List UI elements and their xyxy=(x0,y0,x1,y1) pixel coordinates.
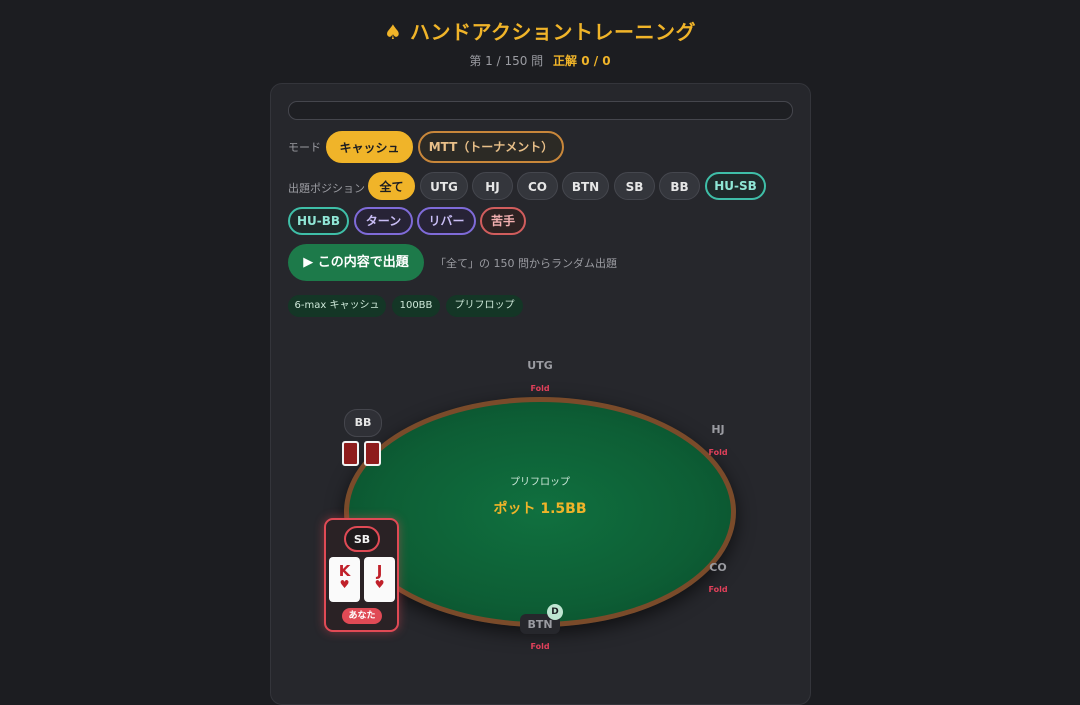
position-co-button[interactable]: CO xyxy=(517,172,558,200)
seat-co-label: CO xyxy=(709,561,727,574)
progress-bar xyxy=(288,101,793,120)
seat-sb-label: SB xyxy=(344,526,380,552)
card-rank: J xyxy=(376,562,383,580)
bb-card-back-icon xyxy=(364,441,381,466)
score: 正解 0 / 0 xyxy=(553,54,611,68)
position-utg-button[interactable]: UTG xyxy=(420,172,468,200)
position-hu-bb-button[interactable]: HU-BB xyxy=(288,207,349,235)
turn-button[interactable]: ターン xyxy=(354,207,413,235)
hero-badge: あなた xyxy=(342,608,382,624)
river-button[interactable]: リバー xyxy=(417,207,476,235)
mode-cash-button[interactable]: キャッシュ xyxy=(326,131,413,163)
seat-co-action: Fold xyxy=(708,585,728,594)
tag-street: プリフロップ xyxy=(446,295,523,317)
mode-mtt-button[interactable]: MTT（トーナメント） xyxy=(418,131,564,163)
tag-game-type: 6-max キャッシュ xyxy=(288,295,386,317)
seat-utg-action: Fold xyxy=(530,384,550,393)
weak-spots-button[interactable]: 苦手 xyxy=(480,207,526,235)
card-rank: K xyxy=(338,562,351,580)
page-title: ♠ ハンドアクショントレーニング xyxy=(384,20,696,44)
position-bb-button[interactable]: BB xyxy=(659,172,700,200)
seat-hj-action: Fold xyxy=(708,448,728,457)
seat-utg-label: UTG xyxy=(527,359,553,372)
seat-btn-action: Fold xyxy=(530,642,550,651)
heart-suit-icon: ♥ xyxy=(374,578,385,591)
position-hj-button[interactable]: HJ xyxy=(472,172,513,200)
position-label: 出題ポジション xyxy=(288,182,365,195)
position-hu-sb-button[interactable]: HU-SB xyxy=(705,172,766,200)
pot-label: ポット 1.5BB xyxy=(493,501,587,517)
seat-hj-label: HJ xyxy=(711,423,725,436)
tag-stack: 100BB xyxy=(392,295,440,317)
position-sb-button[interactable]: SB xyxy=(614,172,655,200)
question-number: 第 1 / 150 問 xyxy=(469,54,544,68)
position-btn-button[interactable]: BTN xyxy=(562,172,609,200)
hero-card-2: J ♥ xyxy=(364,557,395,602)
start-note: 「全て」の 150 問からランダム出題 xyxy=(435,257,617,270)
bb-card-back-icon xyxy=(342,441,359,466)
hero-card-1: K ♥ xyxy=(329,557,360,602)
dealer-button-icon: D xyxy=(547,604,563,620)
heart-suit-icon: ♥ xyxy=(339,578,350,591)
mode-label: モード xyxy=(288,141,321,154)
question-counter: 第 1 / 150 問 正解 0 / 0 xyxy=(0,52,1080,69)
start-quiz-button[interactable]: ▶ この内容で出題 xyxy=(288,244,424,281)
street-label: プリフロップ xyxy=(510,477,570,488)
seat-bb-label: BB xyxy=(344,409,382,437)
position-all-button[interactable]: 全て xyxy=(368,172,415,200)
